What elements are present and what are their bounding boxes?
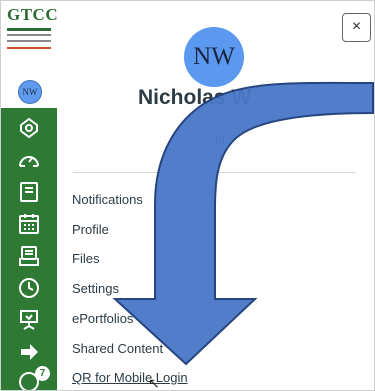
logo-text: GTCC: [7, 5, 59, 24]
link-settings[interactable]: Settings: [72, 281, 119, 296]
tray-divider: [73, 172, 356, 173]
screenshot-frame: GTCC NW 7 × NW Nicholas W ut Notificatio…: [0, 0, 375, 391]
rail-item-account[interactable]: [1, 111, 57, 143]
calendar-icon: [19, 214, 39, 234]
mouse-cursor-icon: ↖: [148, 375, 160, 391]
rail-account-avatar[interactable]: NW: [1, 75, 57, 108]
rail-item-dashboard[interactable]: [1, 143, 57, 175]
logout-arrow-icon: [21, 344, 38, 360]
link-profile[interactable]: Profile: [72, 222, 109, 237]
help-badge: 7: [35, 366, 50, 381]
gtcc-logo[interactable]: GTCC: [1, 1, 59, 76]
link-files[interactable]: Files: [72, 251, 99, 266]
rail-item-calendar[interactable]: [1, 207, 57, 239]
link-eportfolios[interactable]: ePortfolios: [72, 311, 133, 326]
link-notifications[interactable]: Notifications: [72, 192, 143, 207]
user-name: Nicholas W: [138, 86, 252, 109]
presentation-icon: [20, 310, 38, 330]
rail-item-inbox[interactable]: [1, 239, 57, 271]
rail-item-logout[interactable]: [1, 335, 57, 367]
rail-item-studio[interactable]: [1, 303, 57, 335]
global-nav-rail: GTCC NW 7: [1, 1, 59, 390]
clock-icon: [19, 278, 39, 298]
link-qr-mobile-login[interactable]: QR for Mobile Login: [72, 370, 188, 385]
link-shared-content[interactable]: Shared Content: [72, 341, 163, 356]
rail-item-history[interactable]: [1, 271, 57, 303]
rail-item-help[interactable]: 7: [1, 365, 57, 390]
logout-button-fragment[interactable]: ut: [215, 132, 225, 146]
tray-avatar: NW: [184, 27, 244, 87]
inbox-icon: [19, 246, 39, 266]
close-tray-button[interactable]: ×: [342, 13, 371, 42]
speedometer-icon: [19, 156, 39, 167]
shield-icon: [20, 117, 38, 139]
book-icon: [20, 182, 38, 202]
rail-item-courses[interactable]: [1, 175, 57, 207]
close-icon: ×: [351, 18, 362, 35]
rail-avatar-initials: NW: [18, 80, 42, 104]
